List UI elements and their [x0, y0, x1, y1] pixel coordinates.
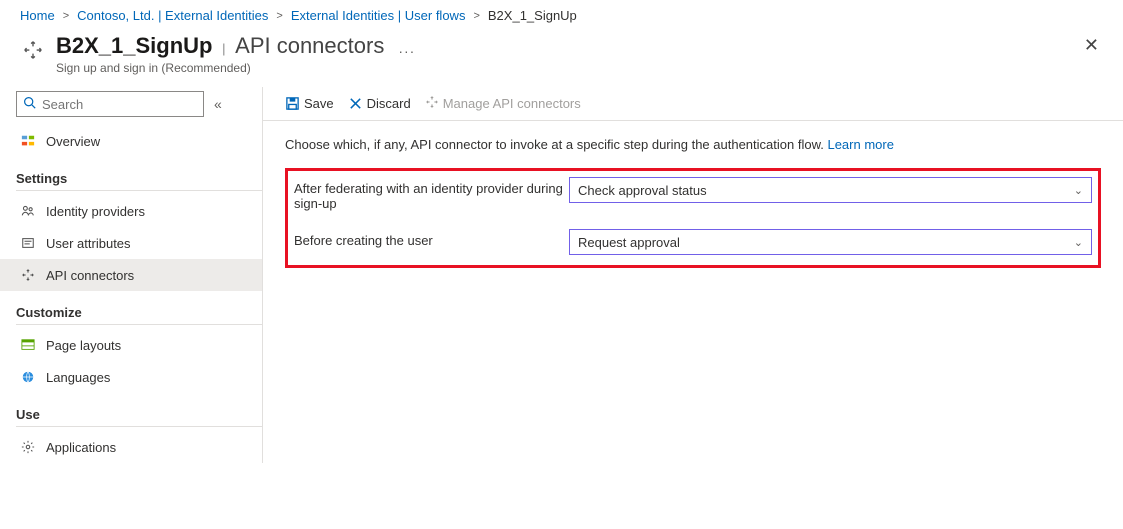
sidebar-item-label: Page layouts — [46, 338, 121, 353]
chevron-right-icon: > — [276, 10, 282, 22]
sidebar-item-applications[interactable]: Applications — [0, 431, 262, 463]
move-icon — [20, 267, 36, 283]
layout-icon — [20, 337, 36, 353]
highlighted-form: After federating with an identity provid… — [285, 168, 1101, 268]
sidebar-item-identity-providers[interactable]: Identity providers — [0, 195, 262, 227]
form-label-before-creating: Before creating the user — [294, 229, 569, 248]
breadcrumb-current: B2X_1_SignUp — [488, 8, 577, 23]
attributes-icon — [20, 235, 36, 251]
discard-button[interactable]: Discard — [348, 96, 411, 111]
toolbar: Save Discard Manage API connectors — [263, 87, 1123, 121]
move-icon — [20, 37, 46, 63]
chevron-down-icon: ⌄ — [1074, 184, 1083, 197]
learn-more-link[interactable]: Learn more — [827, 137, 893, 152]
chevron-right-icon: > — [473, 10, 479, 22]
sidebar-item-label: Applications — [46, 440, 116, 455]
overview-icon — [20, 133, 36, 149]
description: Choose which, if any, API connector to i… — [285, 137, 1101, 152]
search-icon — [23, 96, 36, 112]
globe-icon — [20, 369, 36, 385]
breadcrumb-home[interactable]: Home — [20, 8, 55, 23]
sidebar-item-page-layouts[interactable]: Page layouts — [0, 329, 262, 361]
page-subline: Sign up and sign in (Recommended) — [56, 61, 384, 75]
move-icon — [425, 95, 439, 112]
close-icon — [348, 96, 363, 111]
sidebar-item-api-connectors[interactable]: API connectors — [0, 259, 262, 291]
page-header: B2X_1_SignUp | API connectors Sign up an… — [0, 27, 1123, 87]
page-subtitle: API connectors — [235, 33, 384, 58]
search-input[interactable] — [16, 91, 204, 117]
sidebar: « Overview Settings Identity providers U… — [0, 87, 262, 463]
collapse-sidebar[interactable]: « — [214, 96, 222, 112]
page-title: B2X_1_SignUp — [56, 33, 213, 58]
breadcrumb-userflows[interactable]: External Identities | User flows — [291, 8, 466, 23]
select-after-federating[interactable]: Check approval status ⌄ — [569, 177, 1092, 203]
breadcrumb-org[interactable]: Contoso, Ltd. | External Identities — [77, 8, 268, 23]
form-label-federating: After federating with an identity provid… — [294, 177, 569, 211]
sidebar-item-user-attributes[interactable]: User attributes — [0, 227, 262, 259]
close-icon[interactable]: ✕ — [1084, 35, 1099, 56]
main-content: Save Discard Manage API connectors Choos… — [262, 87, 1123, 463]
sidebar-item-overview[interactable]: Overview — [0, 125, 262, 157]
save-button[interactable]: Save — [285, 96, 334, 111]
select-before-creating[interactable]: Request approval ⌄ — [569, 229, 1092, 255]
chevron-right-icon: > — [63, 10, 69, 22]
more-menu[interactable]: ··· — [398, 43, 415, 59]
sidebar-item-label: API connectors — [46, 268, 134, 283]
chevron-down-icon: ⌄ — [1074, 236, 1083, 249]
sidebar-section-use: Use — [16, 407, 262, 427]
breadcrumb: Home > Contoso, Ltd. | External Identiti… — [0, 0, 1123, 27]
people-icon — [20, 203, 36, 219]
manage-connectors-button: Manage API connectors — [425, 95, 581, 112]
save-icon — [285, 96, 300, 111]
sidebar-section-customize: Customize — [16, 305, 262, 325]
gear-icon — [20, 439, 36, 455]
sidebar-section-settings: Settings — [16, 171, 262, 191]
sidebar-item-label: User attributes — [46, 236, 131, 251]
sidebar-item-label: Identity providers — [46, 204, 145, 219]
sidebar-item-label: Languages — [46, 370, 110, 385]
sidebar-item-label: Overview — [46, 134, 100, 149]
sidebar-item-languages[interactable]: Languages — [0, 361, 262, 393]
